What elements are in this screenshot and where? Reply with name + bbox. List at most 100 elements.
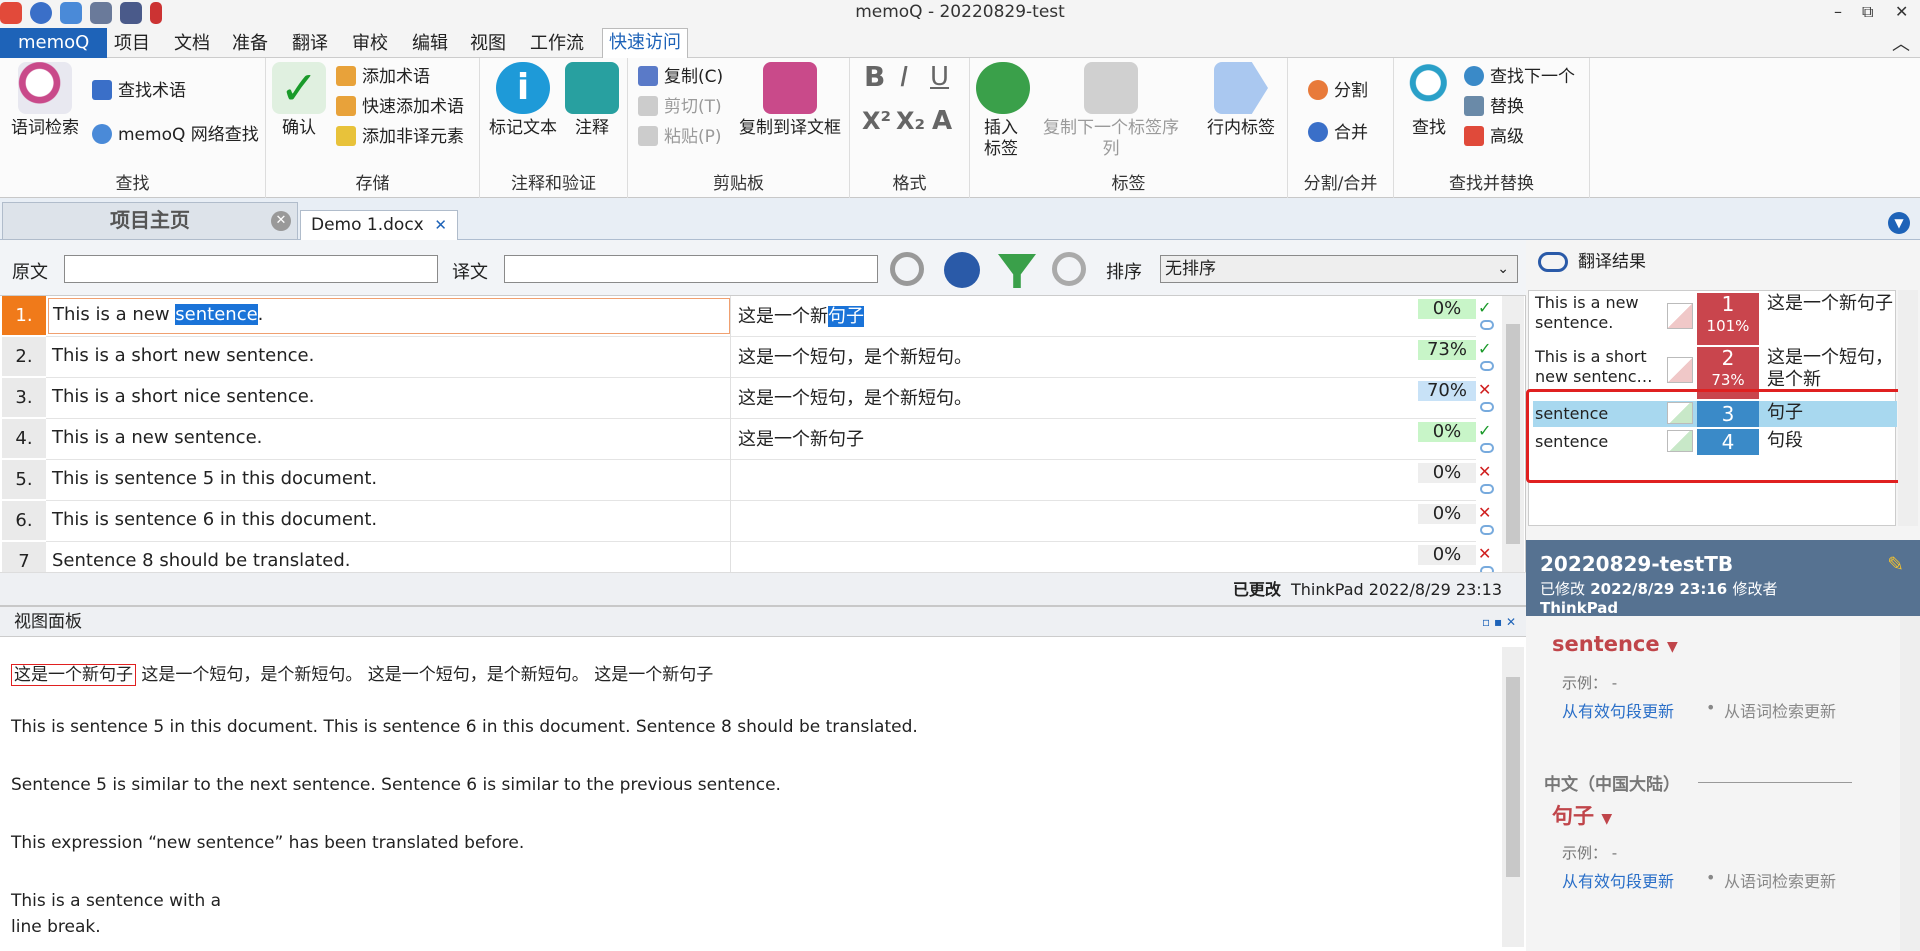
sort-select[interactable]: 无排序 ⌄ [1160,255,1518,283]
copy-next-tag-button[interactable]: 复制下一个标签序列 [1036,62,1186,160]
comment-bubble-icon[interactable] [1480,484,1494,494]
segment-number[interactable]: 4. [2,419,46,459]
menu-view[interactable]: 视图 [464,30,512,58]
menu-workflow[interactable]: 工作流 [524,30,590,58]
grid-scrollbar[interactable] [1502,296,1524,572]
current-segment-box[interactable]: 这是一个新句子 [11,664,136,686]
superscript-button[interactable]: X² [862,108,891,134]
edit-pencil-icon[interactable]: ✎ [1887,552,1904,576]
find-button[interactable]: 查找 [1404,62,1458,139]
segment-source[interactable]: This is a short nice sentence. [48,386,730,407]
view-line-3: Sentence 5 is similar to the next senten… [11,775,781,795]
menu-edit[interactable]: 编辑 [406,30,454,58]
source-filter-input[interactable] [64,255,438,283]
filter-settings-icon[interactable] [944,252,980,288]
segment-source[interactable]: This is sentence 5 in this document. [48,468,730,489]
term-dropdown-icon[interactable]: ▼ [1667,639,1678,655]
comment-bubble-icon[interactable] [1480,320,1494,330]
find-next-button[interactable]: 查找下一个 [1464,64,1575,90]
menu-review[interactable]: 审校 [346,30,394,58]
paste-button[interactable]: 粘贴(P) [638,124,722,150]
italic-button[interactable]: I [900,63,908,91]
update-from-segment-link[interactable]: 从有效句段更新 [1562,868,1674,892]
segment-number[interactable]: 2. [2,337,46,377]
mark-text-button[interactable]: i 标记文本 [486,62,560,139]
font-style-button[interactable]: A [932,108,952,134]
add-term-button[interactable]: 添加术语 [336,64,430,90]
inline-tag-button[interactable]: 行内标签 [1202,62,1280,139]
update-from-lookup-link[interactable]: 从语词检索更新 [1724,698,1836,722]
close-button[interactable]: ✕ [1895,2,1908,21]
segment-number[interactable]: 5. [2,460,46,500]
zh-term[interactable]: 句子 ▼ [1552,800,1612,830]
tab-project-home[interactable]: 项目主页 ✕ [2,202,298,240]
comment-bubble-icon[interactable] [1480,361,1494,371]
filter-search-icon[interactable] [890,252,924,286]
segment-number[interactable]: 3. [2,378,46,418]
close-doc-tab-icon[interactable]: ✕ [434,211,447,239]
lookup-button[interactable]: 语词检索 [8,62,82,139]
panel-controls-icon[interactable]: ▫ ▪ ✕ [1482,607,1516,637]
quick-add-term-button[interactable]: 快速添加术语 [336,94,464,120]
confirm-button[interactable]: ✓ 确认 [272,62,326,139]
segment-target[interactable]: 这是一个短句，是个新短句。 [732,343,1414,369]
advanced-button[interactable]: 高级 [1464,124,1524,150]
close-tab-icon[interactable]: ✕ [271,211,291,231]
target-filter-input[interactable] [504,255,878,283]
split-button[interactable]: 分割 [1308,78,1368,104]
highlight-box [1526,389,1902,483]
segment-target[interactable]: 这是一个新句子 [732,302,1414,328]
web-search-button[interactable]: memoQ 网络查找 [92,122,259,148]
segment-source[interactable]: This is a new sentence. [48,298,730,334]
menu-prepare[interactable]: 准备 [226,30,274,58]
filter-funnel-icon[interactable] [998,254,1036,288]
view-scrollbar[interactable] [1502,647,1524,947]
segment-source[interactable]: Sentence 8 should be translated. [48,550,730,571]
dropdown-tabs-icon[interactable]: ▼ [1888,212,1910,234]
comment-button[interactable]: 注释 [564,62,620,139]
copy-button[interactable]: 复制(C) [638,64,723,90]
bold-button[interactable]: B [864,63,885,91]
en-term[interactable]: sentence ▼ [1552,632,1678,656]
update-from-lookup-link[interactable]: 从语词检索更新 [1724,868,1836,892]
results-scrollbar[interactable] [1898,290,1918,526]
comment-bubble-icon[interactable] [1480,525,1494,535]
menu-translate[interactable]: 翻译 [286,30,334,58]
column-divider [730,296,731,572]
tab-demo-doc[interactable]: Demo 1.docx ✕ [300,210,458,240]
grid-scroll-thumb[interactable] [1506,324,1520,544]
clear-filter-icon[interactable] [1052,252,1086,286]
minimize-button[interactable]: – [1834,2,1842,21]
termbase-scrollbar[interactable] [1900,616,1920,951]
collapse-ribbon-icon[interactable]: ︿ [1892,30,1910,56]
segment-source[interactable]: This is sentence 6 in this document. [48,509,730,530]
subscript-button[interactable]: X₂ [896,108,925,134]
join-button[interactable]: 合并 [1308,120,1368,146]
menu-document[interactable]: 文档 [168,30,216,58]
menu-quick-access[interactable]: 快速访问 [602,28,688,58]
ribbon-group-split: 分割 合并 分割/合并 [1288,58,1394,198]
segment-source[interactable]: This is a short new sentence. [48,345,730,366]
cut-button[interactable]: 剪切(T) [638,94,722,120]
comment-bubble-icon[interactable] [1480,443,1494,453]
term-dropdown-icon[interactable]: ▼ [1601,811,1612,827]
segment-source[interactable]: This is a new sentence. [48,427,730,448]
find-terms-button[interactable]: 查找术语 [92,78,186,104]
view-scroll-thumb[interactable] [1506,677,1520,877]
search-icon [1404,62,1458,114]
segment-target[interactable]: 这是一个短句，是个新短句。 [732,384,1414,410]
copy-to-target-button[interactable]: 复制到译文框 [736,62,844,139]
add-nontrans-button[interactable]: 添加非译元素 [336,124,464,150]
menu-project[interactable]: 项目 [108,30,156,58]
insert-tag-button[interactable]: 插入 标签 [976,62,1030,160]
update-from-segment-link[interactable]: 从有效句段更新 [1562,698,1674,722]
comment-bubble-icon[interactable] [1480,402,1494,412]
restore-button[interactable]: ⧉ [1862,2,1873,22]
segment-number[interactable]: 1. [2,296,46,336]
underline-button[interactable]: U [930,64,949,90]
result-item[interactable]: This is a new sentence. 1 101% 这是一个新句子 [1533,293,1897,345]
menu-memoq[interactable]: memoQ [0,28,108,58]
replace-button[interactable]: 替换 [1464,94,1524,120]
segment-target[interactable]: 这是一个新句子 [732,425,1414,451]
segment-number[interactable]: 6. [2,501,46,541]
